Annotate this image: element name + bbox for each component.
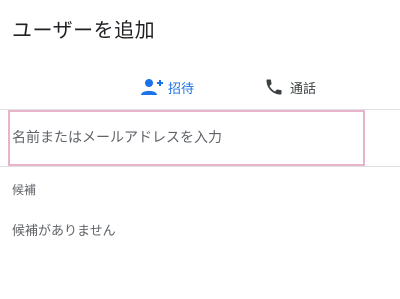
add-user-dialog: ユーザーを追加 招待 通話 候補 [0,0,400,299]
dialog-title: ユーザーを追加 [12,18,156,42]
action-tabs: 招待 通話 [0,72,400,102]
phone-icon [262,75,286,99]
call-tab[interactable]: 通話 [262,72,316,102]
divider [0,166,400,167]
person-add-icon [140,75,164,99]
suggestions-label: 候補 [12,183,37,197]
search-box [8,110,365,166]
search-input[interactable] [12,112,358,164]
call-tab-label: 通話 [290,81,317,97]
invite-tab[interactable]: 招待 [140,72,194,102]
invite-tab-label: 招待 [168,81,195,97]
no-suggestions-text: 候補がありません [12,224,116,239]
